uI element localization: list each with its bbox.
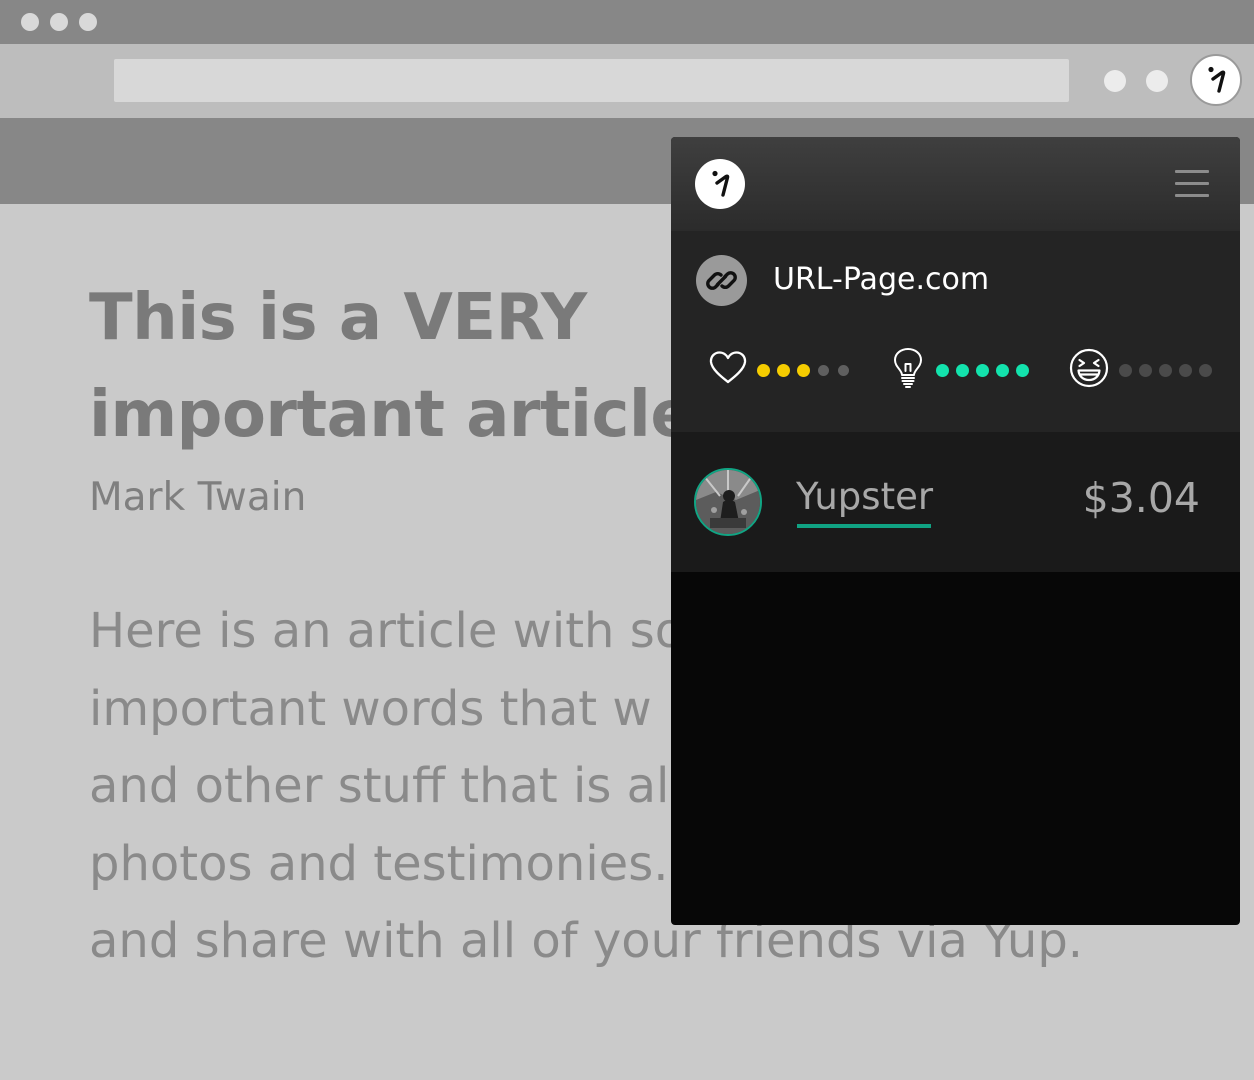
hamburger-menu-icon[interactable] [1175, 167, 1211, 201]
address-bar[interactable] [114, 59, 1069, 102]
window-close-button[interactable] [21, 13, 39, 31]
rating-idea[interactable] [891, 347, 1031, 391]
yup-logo-icon [1208, 66, 1226, 93]
username-link[interactable]: Yupster [796, 472, 933, 522]
extension-button[interactable] [1146, 70, 1168, 92]
window-title-bar [0, 0, 1254, 44]
extension-button[interactable] [1104, 70, 1126, 92]
rating-dot-empty [1119, 364, 1132, 377]
rating-dot-filled [1016, 364, 1029, 377]
rating-dot-filled [757, 364, 770, 377]
rating-dot-empty [1139, 364, 1152, 377]
rating-funny[interactable] [1068, 347, 1213, 391]
rating-dot-empty [1179, 364, 1192, 377]
popup-header [671, 137, 1240, 231]
yup-logo-icon [712, 170, 730, 197]
rating-dot-filled [956, 364, 969, 377]
link-icon [696, 255, 747, 306]
site-url[interactable]: URL-Page.com [773, 255, 989, 305]
rating-dot-empty [1159, 364, 1172, 377]
rating-dot-empty [1199, 364, 1212, 377]
yup-extension-button[interactable] [1190, 54, 1242, 106]
yup-extension-popup: URL-Page.com Yupster $3.04 [671, 137, 1240, 925]
window-minimize-button[interactable] [50, 13, 68, 31]
rating-like[interactable] [707, 347, 849, 391]
window-maximize-button[interactable] [79, 13, 97, 31]
user-account-row: Yupster $3.04 [671, 432, 1240, 572]
site-info-panel: URL-Page.com [671, 231, 1240, 432]
account-balance: $3.04 [1082, 474, 1200, 522]
username-underline [797, 524, 931, 528]
browser-toolbar [0, 44, 1254, 118]
heart-icon [709, 351, 747, 384]
rating-dot-filled [936, 364, 949, 377]
lightbulb-icon [894, 348, 922, 388]
rating-dot-filled [976, 364, 989, 377]
avatar[interactable] [694, 468, 762, 536]
rating-dot-filled [777, 364, 790, 377]
laughing-face-icon [1069, 348, 1109, 388]
rating-dot-empty [838, 365, 849, 376]
yup-logo[interactable] [695, 159, 745, 209]
rating-dot-empty [818, 365, 829, 376]
rating-dot-filled [797, 364, 810, 377]
rating-dot-filled [996, 364, 1009, 377]
